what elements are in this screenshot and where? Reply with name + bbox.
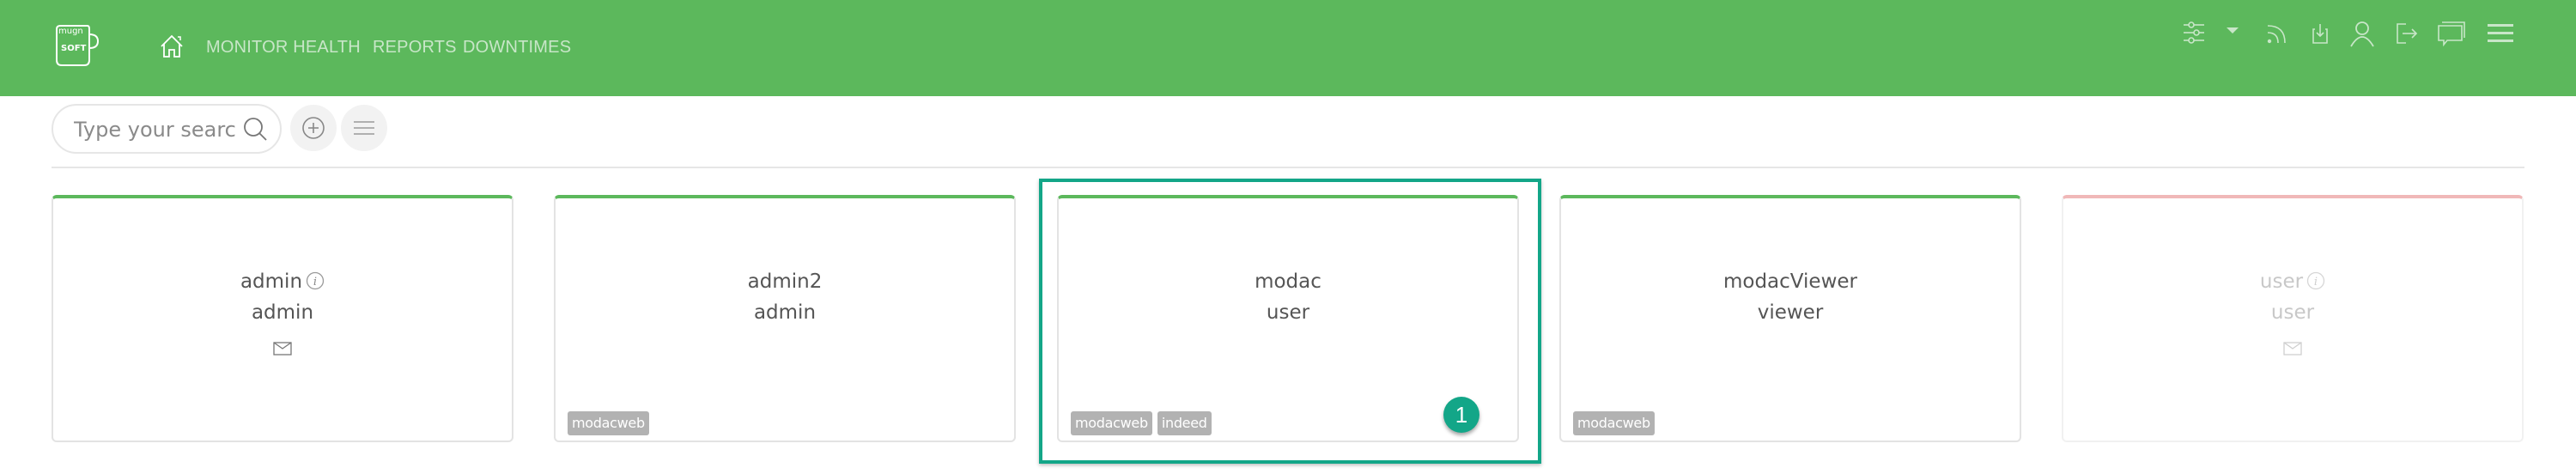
nav-downtimes[interactable]: DOWNTIMES xyxy=(463,38,571,58)
user-card-user[interactable]: user i user xyxy=(2062,195,2524,442)
plus-circle-icon xyxy=(302,117,325,139)
tag-badge: modacweb xyxy=(1573,411,1655,435)
nav-monitor-health[interactable]: MONITOR HEALTH xyxy=(206,38,361,58)
tag-list: modacweb xyxy=(568,411,649,435)
tag-badge: modacweb xyxy=(568,411,649,435)
user-name: admin2 xyxy=(747,270,823,293)
mail-icon[interactable] xyxy=(2283,342,2302,356)
user-role: admin xyxy=(251,301,314,324)
user-card-modacviewer[interactable]: modacViewer viewer modacweb xyxy=(1559,195,2021,442)
list-view-button[interactable] xyxy=(341,105,387,151)
user-icon[interactable] xyxy=(2348,19,2377,48)
info-icon[interactable]: i xyxy=(306,271,325,290)
user-role: admin xyxy=(753,301,817,324)
list-icon xyxy=(354,121,374,135)
step-number-badge: 1 xyxy=(1443,397,1479,433)
user-name: user i xyxy=(2063,270,2522,293)
tag-list: modacweb xyxy=(1573,411,1655,435)
toolbar-divider xyxy=(52,167,2524,168)
user-role: viewer xyxy=(1757,301,1824,324)
user-role: user xyxy=(2270,301,2315,324)
user-card-admin2[interactable]: admin2 admin modacweb xyxy=(554,195,1016,442)
user-name: admin i xyxy=(53,270,512,293)
mail-icon[interactable] xyxy=(273,342,292,356)
chat-icon[interactable] xyxy=(2437,19,2466,48)
rss-icon[interactable] xyxy=(2263,19,2293,48)
sliders-icon[interactable] xyxy=(2181,19,2210,48)
user-card-admin[interactable]: admin i admin xyxy=(52,195,513,442)
svg-text:i: i xyxy=(313,276,317,289)
search-box xyxy=(52,104,282,154)
top-navbar: mugn SOFT MONITOR HEALTH REPORTS DOWNTIM… xyxy=(0,0,2576,96)
mugnsoft-logo[interactable]: mugn SOFT xyxy=(50,22,101,69)
search-input[interactable] xyxy=(72,116,239,143)
user-name-text: user xyxy=(2259,270,2304,293)
add-user-button[interactable] xyxy=(290,105,337,151)
svg-text:SOFT: SOFT xyxy=(61,44,87,53)
dropdown-caret-icon[interactable] xyxy=(2224,22,2241,40)
info-icon[interactable]: i xyxy=(2306,271,2325,290)
search-icon[interactable] xyxy=(242,116,268,142)
nav-reports[interactable]: REPORTS xyxy=(373,38,457,58)
home-icon[interactable] xyxy=(160,34,184,58)
download-icon[interactable] xyxy=(2306,19,2336,48)
svg-text:i: i xyxy=(2314,276,2318,289)
logout-icon[interactable] xyxy=(2392,19,2421,48)
user-name-text: admin xyxy=(240,270,303,293)
svg-text:mugn: mugn xyxy=(58,27,83,36)
hamburger-menu-icon[interactable] xyxy=(2486,19,2515,48)
user-name: modacViewer xyxy=(1722,270,1857,293)
